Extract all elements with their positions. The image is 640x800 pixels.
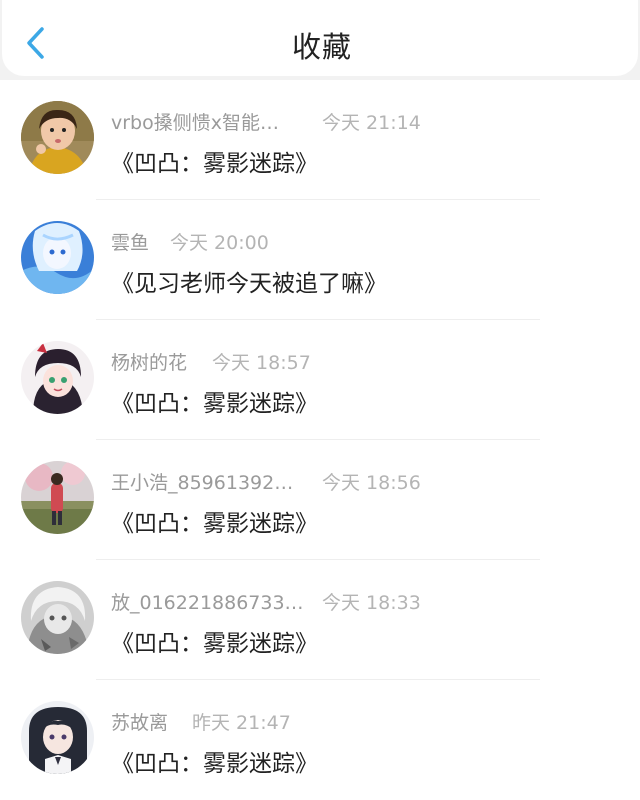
list-item[interactable]: vrbo搡侧愦x智能… 今天 21:14 《凹凸：雾影迷踪》 [0,80,640,200]
user-name: 放_016221886733… [111,592,304,614]
timestamp: 今天 18:57 [212,352,311,374]
avatar[interactable] [21,461,94,534]
favorite-title: 《凹凸：雾影迷踪》 [111,751,318,777]
list-item[interactable]: 苏故离 昨天 21:47 《凹凸：雾影迷踪》 [0,680,640,800]
favorite-title: 《见习老师今天被追了嘛》 [111,271,387,297]
avatar[interactable] [21,581,94,654]
avatar[interactable] [21,701,94,774]
user-name: 雲鱼 [111,232,150,254]
avatar[interactable] [21,221,94,294]
favorite-title: 《凹凸：雾影迷踪》 [111,631,318,657]
list-item[interactable]: 杨树的花 今天 18:57 《凹凸：雾影迷踪》 [0,320,640,440]
header: 收藏 [0,0,640,80]
user-name: 王小浩_85961392… [111,472,294,494]
list-item[interactable]: 雲鱼 今天 20:00 《见习老师今天被追了嘛》 [0,200,640,320]
user-name: 杨树的花 [111,352,188,374]
timestamp: 今天 21:14 [322,112,421,134]
user-name: vrbo搡侧愦x智能… [111,112,279,134]
timestamp: 昨天 21:47 [192,712,291,734]
timestamp: 今天 18:56 [322,472,421,494]
favorites-list: vrbo搡侧愦x智能… 今天 21:14 《凹凸：雾影迷踪》 雲鱼 今天 20:… [0,80,640,800]
avatar[interactable] [21,341,94,414]
list-item[interactable]: 放_016221886733… 今天 18:33 《凹凸：雾影迷踪》 [0,560,640,680]
list-item[interactable]: 王小浩_85961392… 今天 18:56 《凹凸：雾影迷踪》 [0,440,640,560]
favorite-title: 《凹凸：雾影迷踪》 [111,511,318,537]
favorite-title: 《凹凸：雾影迷踪》 [111,151,318,177]
timestamp: 今天 20:00 [170,232,269,254]
header-bar: 收藏 [2,0,638,76]
timestamp: 今天 18:33 [322,592,421,614]
page-title: 收藏 [291,30,352,64]
user-name: 苏故离 [111,712,169,734]
avatar[interactable] [21,101,94,174]
favorite-title: 《凹凸：雾影迷踪》 [111,391,318,417]
